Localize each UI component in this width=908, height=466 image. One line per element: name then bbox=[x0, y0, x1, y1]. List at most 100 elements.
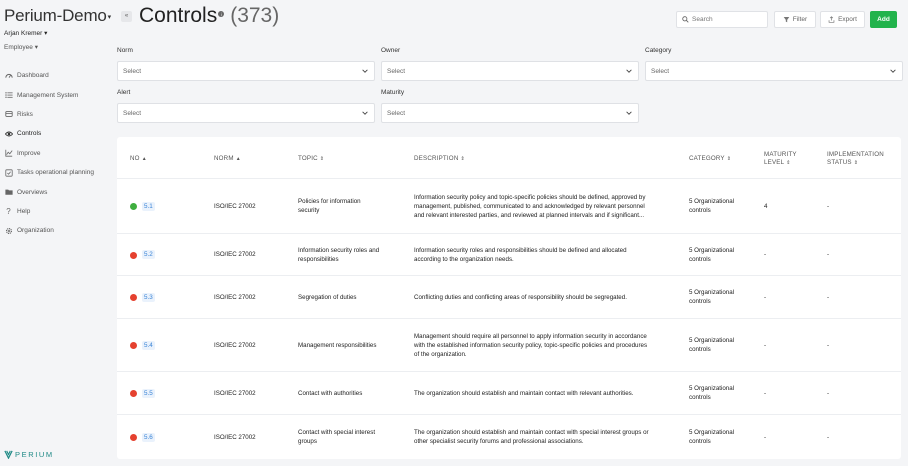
chevron-down-icon bbox=[626, 111, 632, 115]
page-title: Controls bbox=[139, 4, 218, 27]
column-label: MATURITY bbox=[764, 151, 797, 158]
topic-line: Contact with special interest bbox=[298, 429, 376, 437]
table-row[interactable]: 5.1 ISO/IEC 27002 Policies for information… bbox=[117, 178, 901, 233]
org-switcher[interactable]: Perium-Demo▾ bbox=[4, 6, 111, 26]
search-box[interactable] bbox=[676, 11, 768, 28]
category-line: 5 Organizational bbox=[689, 246, 735, 254]
description-line: The organization should establish and ma… bbox=[414, 389, 634, 397]
search-input[interactable] bbox=[692, 16, 762, 23]
topic-cell: Information security roles and responsibi… bbox=[298, 246, 398, 265]
sort-icon: ⇕ bbox=[319, 156, 325, 162]
sidebar-item-label: Management System bbox=[17, 91, 79, 99]
norm-cell: ISO/IEC 27002 bbox=[214, 433, 256, 441]
category-line: 5 Organizational bbox=[689, 289, 735, 297]
category-cell: 5 Organizational controls bbox=[689, 246, 734, 265]
collapse-sidebar-button[interactable]: « bbox=[121, 10, 132, 22]
add-button[interactable]: Add bbox=[870, 11, 897, 28]
perium-logo-icon bbox=[4, 450, 13, 459]
control-number-link[interactable]: 5.1 bbox=[142, 201, 155, 211]
norm-select[interactable]: Select bbox=[117, 61, 375, 81]
column-header-category[interactable]: CATEGORY ⇕ bbox=[689, 155, 731, 163]
owner-select-value: Select bbox=[387, 67, 406, 75]
column-header-implementation[interactable]: IMPLEMENTATION STATUS ⇕ bbox=[827, 151, 884, 167]
topic-line: Contact with authorities bbox=[298, 389, 363, 397]
maturity-cell: - bbox=[764, 433, 767, 441]
category-select[interactable]: Select bbox=[645, 61, 903, 81]
control-number-link[interactable]: 5.6 bbox=[142, 432, 155, 442]
description-line: Information security policy and topic-sp… bbox=[414, 193, 646, 201]
info-icon[interactable]: i bbox=[218, 11, 225, 17]
maturity-select-value: Select bbox=[387, 109, 406, 117]
filter-icon bbox=[783, 17, 790, 23]
table-row[interactable]: 5.3 ISO/IEC 27002 Segregation of duties Con… bbox=[117, 275, 901, 318]
control-number-link[interactable]: 5.5 bbox=[142, 388, 155, 398]
sidebar-item-management-system[interactable]: Management System bbox=[4, 85, 112, 104]
norm-cell: ISO/IEC 27002 bbox=[214, 251, 256, 259]
sidebar-item-help[interactable]: ? Help bbox=[4, 202, 112, 221]
table-row[interactable]: 5.5 ISO/IEC 27002 Contact with authorities… bbox=[117, 371, 901, 414]
column-header-description[interactable]: DESCRIPTION ⇕ bbox=[414, 155, 465, 163]
chart-icon bbox=[4, 149, 13, 158]
category-select-value: Select bbox=[651, 67, 670, 75]
export-icon bbox=[828, 16, 835, 23]
category-line: controls bbox=[689, 207, 711, 215]
status-dot bbox=[130, 203, 137, 210]
category-line: 5 Organizational bbox=[689, 198, 735, 206]
status-dot bbox=[130, 390, 137, 397]
table-row[interactable]: 5.2 ISO/IEC 27002 Information security rol… bbox=[117, 233, 901, 275]
implementation-cell: - bbox=[827, 341, 830, 349]
table-row[interactable]: 5.4 ISO/IEC 27002 Management responsibilit… bbox=[117, 318, 901, 371]
description-line: Information security roles and responsib… bbox=[414, 246, 627, 254]
role-menu[interactable]: Employee ▾ bbox=[4, 43, 38, 51]
maturity-cell: - bbox=[764, 251, 767, 259]
perium-logo: PERIUM bbox=[4, 450, 54, 459]
user-menu[interactable]: Arjan Kremer ▾ bbox=[4, 29, 47, 37]
sidebar-item-dashboard[interactable]: Dashboard bbox=[4, 66, 112, 85]
sidebar-item-risks[interactable]: Risks bbox=[4, 105, 112, 124]
column-header-maturity[interactable]: MATURITY LEVEL ⇕ bbox=[764, 151, 797, 167]
maturity-select[interactable]: Select bbox=[381, 103, 639, 123]
folder-icon bbox=[4, 188, 13, 197]
status-dot bbox=[130, 251, 137, 259]
column-header-norm[interactable]: NORM ▲ bbox=[214, 155, 241, 163]
sort-icon: ⇕ bbox=[460, 156, 465, 162]
chevron-down-icon bbox=[626, 69, 632, 73]
topic-cell: Contact with special interest groups bbox=[298, 428, 398, 447]
control-number-link[interactable]: 5.2 bbox=[142, 250, 155, 259]
maturity-cell: 4 bbox=[764, 202, 768, 210]
column-header-topic[interactable]: TOPIC ⇕ bbox=[298, 155, 324, 163]
column-label: IMPLEMENTATION bbox=[827, 151, 884, 158]
control-number-link[interactable]: 5.3 bbox=[142, 292, 155, 302]
owner-select[interactable]: Select bbox=[381, 61, 639, 81]
record-count: (373) bbox=[230, 4, 280, 27]
sidebar-item-label: Dashboard bbox=[17, 72, 49, 80]
caret-down-icon: ▾ bbox=[44, 30, 48, 37]
sidebar-item-label: Controls bbox=[17, 130, 42, 138]
column-label: STATUS bbox=[827, 159, 852, 166]
add-label: Add bbox=[877, 16, 890, 23]
topic-cell: Contact with authorities bbox=[298, 389, 398, 398]
sidebar-item-overviews[interactable]: Overviews bbox=[4, 182, 112, 201]
filter-button[interactable]: Filter bbox=[774, 11, 816, 28]
sidebar-item-improve[interactable]: Improve bbox=[4, 144, 112, 163]
sidebar-item-tasks[interactable]: Tasks operational planning bbox=[4, 163, 112, 182]
description-line: Management should require all personnel … bbox=[414, 332, 647, 340]
topic-line: Segregation of duties bbox=[298, 293, 357, 301]
maturity-filter-label: Maturity bbox=[381, 89, 405, 96]
column-label: LEVEL bbox=[764, 159, 785, 166]
category-line: controls bbox=[689, 438, 711, 446]
norm-cell: ISO/IEC 27002 bbox=[214, 341, 256, 349]
alert-select[interactable]: Select bbox=[117, 103, 375, 123]
sidebar-item-label: Organization bbox=[17, 227, 54, 235]
implementation-cell: - bbox=[827, 293, 830, 301]
column-header-no[interactable]: NO ▲ bbox=[130, 155, 147, 163]
table-row[interactable]: 5.6 ISO/IEC 27002 Contact with special int… bbox=[117, 414, 901, 459]
topic-cell: Management responsibilities bbox=[298, 341, 398, 350]
norm-select-value: Select bbox=[123, 67, 142, 75]
sidebar-item-label: Help bbox=[17, 207, 31, 215]
export-button[interactable]: Export bbox=[820, 11, 865, 28]
sidebar-item-organization[interactable]: Organization bbox=[4, 221, 112, 240]
control-number-link[interactable]: 5.4 bbox=[142, 340, 155, 350]
sidebar-item-controls[interactable]: Controls bbox=[4, 124, 112, 143]
owner-filter-label: Owner bbox=[381, 47, 401, 54]
